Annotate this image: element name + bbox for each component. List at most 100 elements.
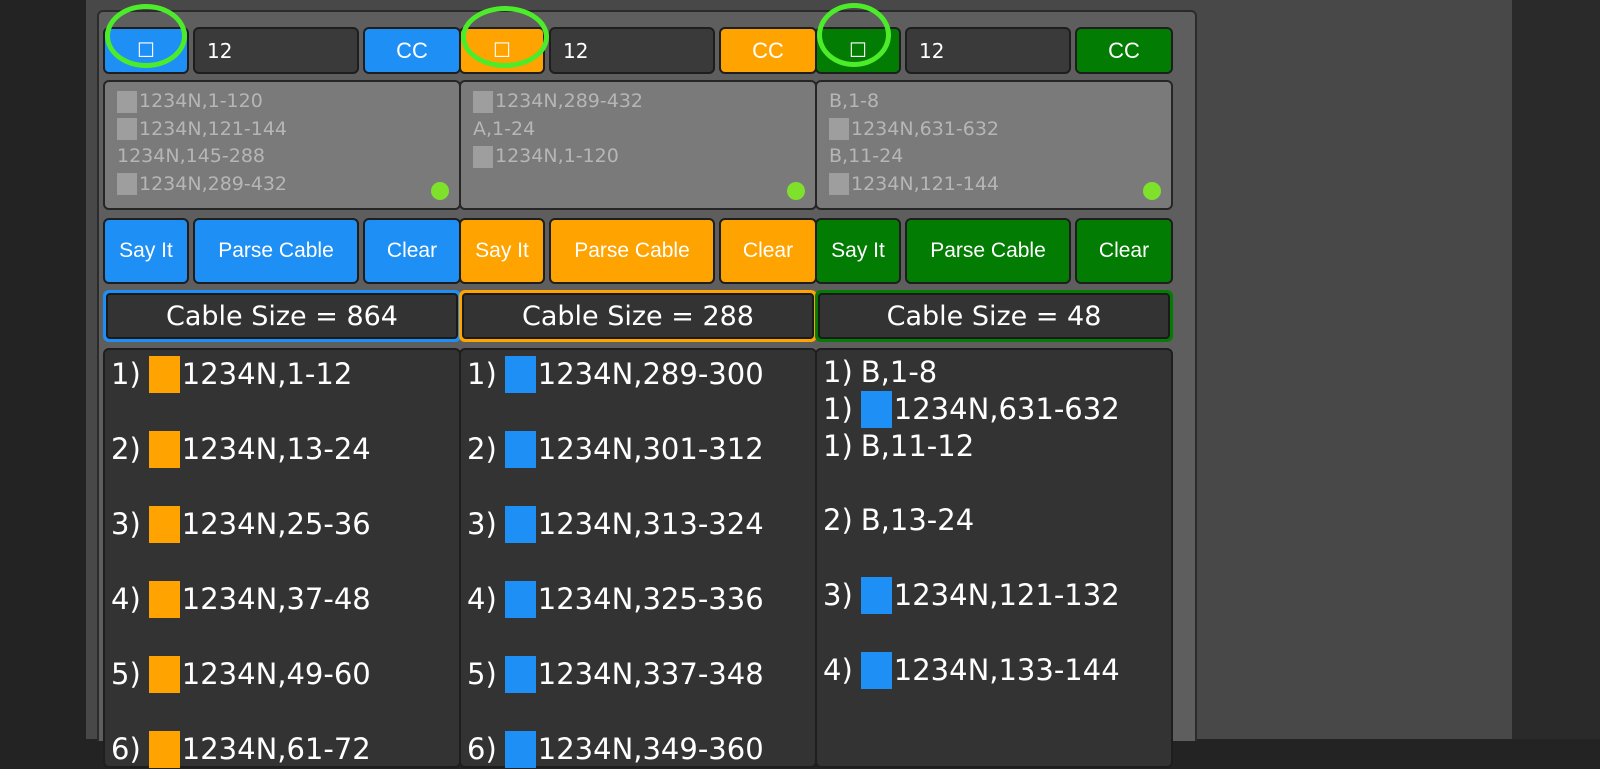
input-line: 1234N,289-432 [117,171,447,199]
item-number: 4) [467,582,497,616]
status-dot-icon [1143,182,1161,200]
input-line-text: 1234N,1-120 [495,145,619,167]
cable-size-display: Cable Size = 288 [462,293,814,339]
item-text: 1234N,289-300 [537,357,764,391]
item-text: 1234N,61-72 [181,732,371,766]
cc-button[interactable]: CC [1075,27,1173,74]
cable-input-textarea[interactable]: 1234N,1-120 1234N,121-144 1234N,145-288 123… [103,80,461,210]
item-number: 2) [111,432,141,466]
fiber-count-input[interactable]: 12 [549,27,715,74]
input-line-text: 1234N,289-432 [495,90,643,112]
input-line: 1234N,1-120 [473,143,803,171]
placeholder-square-icon [473,90,493,113]
list-item: 4) 1234N,325-336 [467,579,764,619]
results-list[interactable]: 1) 1234N,289-300 2) 1234N,301-312 3) 1234N,31… [459,348,817,768]
item-text: 1234N,133-144 [893,653,1120,687]
item-text: 1234N,325-336 [537,582,764,616]
say-it-button[interactable]: Say It [815,218,901,284]
item-text: 1234N,121-132 [893,578,1120,612]
say-it-button[interactable]: Say It [459,218,545,284]
fiber-count-input[interactable]: 12 [193,27,359,74]
right-margin [1512,0,1600,739]
list-item: 2) 1234N,13-24 [111,429,371,469]
cable-size-display: Cable Size = 864 [106,293,458,339]
status-dot-icon [431,182,449,200]
item-number: 6) [467,732,497,766]
cable-input-textarea[interactable]: B,1-8 1234N,631-632 B,11-24 1234N,121-144 [815,80,1173,210]
list-item: 4) 1234N,133-144 [823,650,1120,690]
list-item: 5) 1234N,49-60 [111,654,371,694]
cable-column-2: ☐ 12 CC 1234N,289-432 A,1-24 1234N,1-120 Say I… [459,25,817,768]
item-text: 1234N,337-348 [537,657,764,691]
item-number: 3) [467,507,497,541]
item-text: 1234N,37-48 [181,582,371,616]
list-item: 3) 1234N,25-36 [111,504,371,544]
placeholder-square-icon [829,173,849,196]
item-number: 1) [823,392,853,426]
color-square-icon [504,355,536,393]
item-number: 2) [467,432,497,466]
cable-column-1: ☐ 12 CC 1234N,1-120 1234N,121-144 1234N,145-2… [103,25,461,768]
color-square-icon [504,655,536,693]
clear-button[interactable]: Clear [1075,218,1173,284]
say-it-button[interactable]: Say It [103,218,189,284]
select-checkbox[interactable]: ☐ [459,27,545,74]
item-text: B,13-24 [860,503,975,537]
item-number: 1) [823,429,853,463]
parse-cable-button[interactable]: Parse Cable [905,218,1071,284]
color-square-icon [860,390,892,428]
input-line: 1234N,1-120 [117,88,447,116]
list-item: 2) B,13-24 [823,500,974,540]
parse-cable-button[interactable]: Parse Cable [549,218,715,284]
input-line: 1234N,121-144 [117,116,447,144]
input-line-text: 1234N,121-144 [851,172,999,195]
list-item: 1) B,1-8 [823,352,937,392]
list-item: 1) 1234N,1-12 [111,354,352,394]
input-line-text: 1234N,289-432 [139,172,287,195]
select-checkbox[interactable]: ☐ [815,27,901,74]
cable-input-textarea[interactable]: 1234N,289-432 A,1-24 1234N,1-120 [459,80,817,210]
color-square-icon [504,730,536,768]
input-line: 1234N,289-432 [473,88,803,116]
placeholder-square-icon [117,118,137,141]
results-list[interactable]: 1) 1234N,1-12 2) 1234N,13-24 3) 1234N,25-36 4)… [103,348,461,768]
color-square-icon [504,430,536,468]
placeholder-square-icon [117,173,137,196]
item-number: 3) [111,507,141,541]
color-square-icon [860,576,892,614]
item-number: 4) [111,582,141,616]
item-number: 1) [111,357,141,391]
input-line: 1234N,145-288 [117,143,447,171]
list-item: 6) 1234N,349-360 [467,729,764,769]
input-line-text: 1234N,121-144 [139,117,287,140]
input-line-text: 1234N,145-288 [117,145,265,167]
color-square-icon [148,655,180,693]
item-number: 5) [111,657,141,691]
input-line-text: 1234N,1-120 [139,90,263,112]
input-line: B,1-8 [829,88,1159,116]
results-list[interactable]: 1) B,1-8 1) 1234N,631-632 1) B,11-12 2) B,13-24… [815,348,1173,768]
list-item: 5) 1234N,337-348 [467,654,764,694]
placeholder-square-icon [473,145,493,168]
clear-button[interactable]: Clear [719,218,817,284]
item-number: 1) [467,357,497,391]
select-checkbox[interactable]: ☐ [103,27,189,74]
cable-column-3: ☐ 12 CC B,1-8 1234N,631-632 B,11-24 1234N,121-… [815,25,1173,768]
parse-cable-button[interactable]: Parse Cable [193,218,359,284]
status-dot-icon [787,182,805,200]
cc-button[interactable]: CC [363,27,461,74]
list-item: 1) B,11-12 [823,426,974,466]
item-number: 4) [823,653,853,687]
color-square-icon [148,430,180,468]
item-text: 1234N,349-360 [537,732,764,766]
clear-button[interactable]: Clear [363,218,461,284]
say-it-label: Say It [831,239,885,262]
item-text: 1234N,49-60 [181,657,371,691]
fiber-count-input[interactable]: 12 [905,27,1071,74]
color-square-icon [504,505,536,543]
input-line-text: A,1-24 [473,117,536,140]
color-square-icon [148,730,180,768]
list-item: 3) 1234N,121-132 [823,575,1120,615]
cc-button[interactable]: CC [719,27,817,74]
color-square-icon [860,651,892,689]
